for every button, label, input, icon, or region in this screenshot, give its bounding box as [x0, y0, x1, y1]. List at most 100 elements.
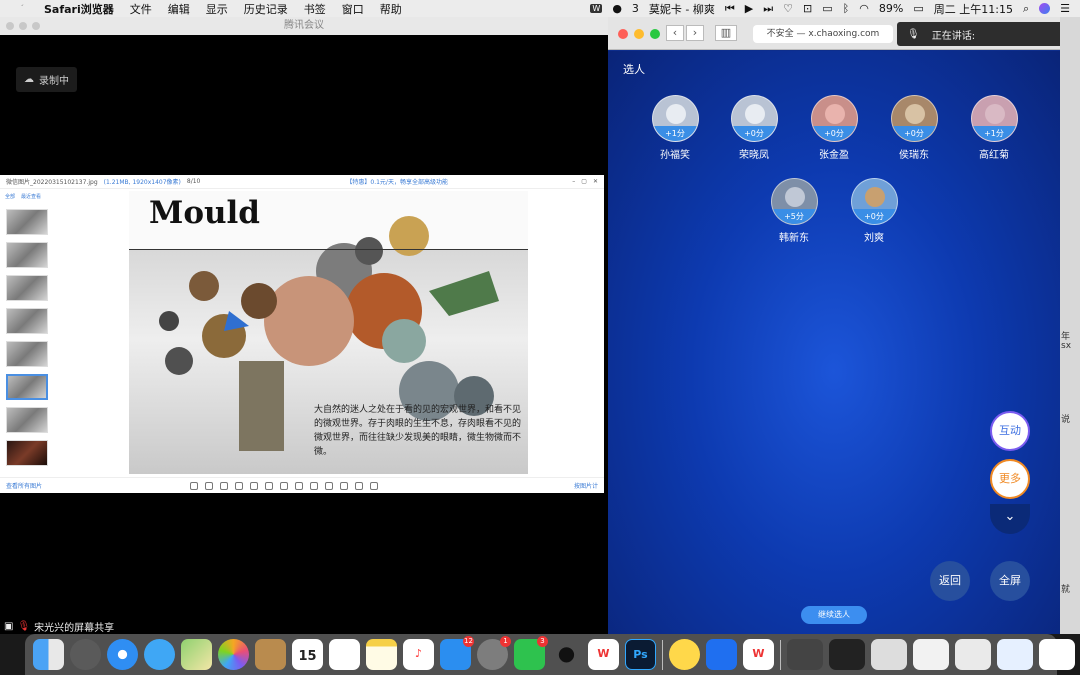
thumbnail[interactable] — [6, 341, 48, 367]
maps-icon[interactable] — [181, 639, 212, 670]
thumbnail[interactable] — [6, 440, 48, 466]
back-button[interactable]: ‹ — [666, 25, 684, 41]
close-icon[interactable]: ✕ — [593, 178, 598, 185]
continue-pick-button[interactable]: 继续选人 — [801, 606, 867, 624]
wps-office-icon[interactable]: W — [743, 639, 774, 670]
minimize-icon[interactable]: – — [572, 178, 575, 185]
back-action-button[interactable]: 返回 — [930, 561, 970, 601]
screen-icon[interactable]: ▭ — [822, 2, 832, 15]
menu-app-name[interactable]: Safari浏览器 — [44, 1, 114, 17]
edit-icon[interactable] — [370, 482, 378, 490]
menu-help[interactable]: 帮助 — [380, 1, 402, 17]
messages-icon[interactable] — [144, 639, 175, 670]
menu-view[interactable]: 显示 — [206, 1, 228, 17]
play-icon[interactable]: ▶ — [745, 2, 753, 15]
reminders-icon[interactable] — [329, 639, 360, 670]
thumbnail[interactable] — [6, 242, 48, 268]
thumbnail[interactable] — [6, 407, 48, 433]
more-button[interactable]: 更多 — [990, 459, 1030, 499]
minimized-window[interactable] — [1039, 639, 1075, 670]
wps-icon[interactable]: W — [588, 639, 619, 670]
system-preferences-icon[interactable]: 1 — [477, 636, 511, 670]
battery-percent[interactable]: 89% — [879, 2, 903, 15]
view-all-images[interactable]: 查看所有图片 — [6, 481, 42, 490]
spotlight-search-icon[interactable]: ⌕ — [1023, 2, 1029, 16]
hand-tool-icon[interactable] — [190, 482, 198, 490]
rotate-left-icon[interactable] — [250, 482, 258, 490]
photoshop-icon[interactable]: Ps — [625, 639, 656, 670]
now-playing[interactable]: 莫妮卡 - 柳爽 — [649, 1, 715, 17]
wechat-tray-icon[interactable]: ● — [612, 2, 622, 15]
safari-icon[interactable] — [107, 639, 138, 670]
student-card[interactable]: +5分 韩新东 — [764, 178, 824, 244]
close-button[interactable] — [618, 29, 628, 39]
apple-icon[interactable] — [14, 2, 28, 16]
wechat-icon[interactable]: 3 — [514, 636, 548, 670]
maximize-icon[interactable]: ▢ — [581, 178, 587, 185]
student-card[interactable]: +0分 荣晓凤 — [724, 95, 784, 161]
rotate-right-icon[interactable] — [265, 482, 273, 490]
bluetooth-icon[interactable]: ᛒ — [843, 2, 850, 15]
notes-icon[interactable] — [366, 639, 397, 670]
close-dot[interactable] — [6, 22, 14, 30]
music-icon[interactable]: ♪ — [403, 639, 434, 670]
delete-icon[interactable] — [310, 482, 318, 490]
datetime[interactable]: 周二 上午11:15 — [934, 1, 1013, 17]
thumbnail[interactable] — [6, 209, 48, 235]
tab-recent[interactable]: 最近查看 — [21, 193, 41, 200]
control-center-icon[interactable]: ☰ — [1060, 2, 1070, 15]
minimize-button[interactable] — [634, 29, 644, 39]
crop-icon[interactable] — [340, 482, 348, 490]
thumbnail-active[interactable] — [6, 374, 48, 400]
minimized-window[interactable] — [829, 639, 865, 670]
minimize-dot[interactable] — [19, 22, 27, 30]
battery-icon[interactable]: ▭ — [913, 2, 923, 15]
minimized-window[interactable] — [955, 639, 991, 670]
previous-track-icon[interactable]: ⏮ — [725, 2, 735, 16]
tencent-meeting-icon[interactable] — [706, 639, 737, 670]
menu-bookmarks[interactable]: 书签 — [304, 1, 326, 17]
fullscreen-button[interactable]: 全屏 — [990, 561, 1030, 601]
student-card[interactable]: +1分 高红菊 — [964, 95, 1024, 161]
fit-icon[interactable] — [205, 482, 213, 490]
app-icon[interactable] — [669, 639, 700, 670]
qq-icon[interactable]: ● — [551, 639, 582, 670]
menu-file[interactable]: 文件 — [130, 1, 152, 17]
student-card[interactable]: +0分 张金盈 — [804, 95, 864, 161]
viewer-bottom-right[interactable]: 按图片计 — [574, 481, 598, 490]
previous-icon[interactable] — [280, 482, 288, 490]
app-store-icon[interactable]: 12 — [440, 636, 474, 670]
minimized-window[interactable] — [787, 639, 823, 670]
next-icon[interactable] — [295, 482, 303, 490]
address-bar[interactable]: 不安全 — x.chaoxing.com — [753, 25, 893, 43]
launchpad-icon[interactable] — [70, 639, 101, 670]
wps-tray-icon[interactable]: W — [590, 4, 603, 13]
next-track-icon[interactable]: ⏭ — [763, 2, 773, 16]
siri-icon[interactable] — [1039, 3, 1051, 14]
student-card[interactable]: +0分 侯瑞东 — [884, 95, 944, 161]
heart-icon[interactable]: ♡ — [783, 2, 793, 15]
calendar-icon[interactable]: 15 — [292, 639, 323, 670]
print-icon[interactable] — [325, 482, 333, 490]
minimized-window[interactable] — [997, 639, 1033, 670]
copy-icon[interactable] — [355, 482, 363, 490]
zoom-dot[interactable] — [32, 22, 40, 30]
recording-indicator[interactable]: ☁ 录制中 — [16, 67, 77, 92]
zoom-in-icon[interactable] — [220, 482, 228, 490]
chevron-down-icon[interactable]: ⌄ — [990, 504, 1030, 534]
thumbnail[interactable] — [6, 308, 48, 334]
thumbnail[interactable] — [6, 275, 48, 301]
interact-button[interactable]: 互动 — [990, 411, 1030, 451]
sidebar-toggle-icon[interactable]: ▥ — [715, 25, 737, 41]
zoom-button[interactable] — [650, 29, 660, 39]
tab-all[interactable]: 全部 — [5, 193, 15, 200]
forward-button[interactable]: › — [686, 25, 704, 41]
student-card[interactable]: +1分 孙福笑 — [645, 95, 705, 161]
menu-window[interactable]: 窗口 — [342, 1, 364, 17]
wifi-icon[interactable]: ◠ — [859, 2, 869, 15]
zoom-out-icon[interactable] — [235, 482, 243, 490]
photos-icon[interactable] — [218, 639, 249, 670]
lock-icon[interactable]: ⊡ — [803, 2, 812, 15]
minimized-window[interactable] — [871, 639, 907, 670]
viewer-promo[interactable]: 【特惠】0.1元/天，畅享全部高级功能 — [346, 177, 448, 186]
